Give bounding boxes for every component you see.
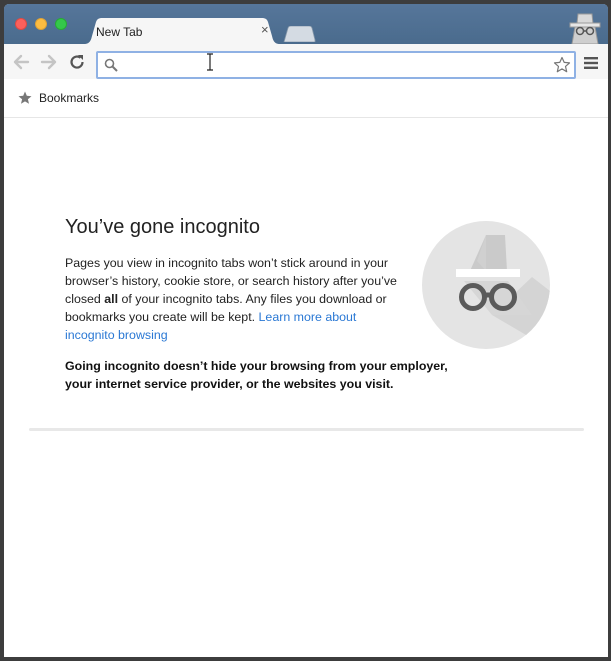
incognito-avatar-icon[interactable] bbox=[567, 10, 603, 44]
forward-arrow-icon[interactable] bbox=[40, 53, 58, 71]
toolbar bbox=[4, 44, 608, 79]
back-arrow-icon[interactable] bbox=[12, 53, 30, 71]
bookmarks-star-icon bbox=[18, 91, 32, 104]
tab-title: New Tab bbox=[96, 25, 143, 39]
omnibox[interactable] bbox=[96, 51, 576, 79]
reload-icon[interactable] bbox=[68, 53, 86, 71]
close-window-button[interactable] bbox=[15, 18, 27, 30]
menu-icon[interactable] bbox=[584, 57, 598, 69]
browser-window: New Tab × Bookmarks You’ve gone incognit… bbox=[4, 4, 608, 657]
bookmark-star-icon[interactable] bbox=[553, 56, 571, 74]
incognito-icon bbox=[422, 221, 550, 349]
tab-new-tab[interactable]: New Tab × bbox=[84, 18, 280, 44]
title-bar: New Tab × bbox=[4, 4, 608, 44]
bookmarks-label[interactable]: Bookmarks bbox=[39, 91, 99, 105]
incognito-warning: Going incognito doesn’t hide your browsi… bbox=[65, 359, 448, 391]
tab-close-icon[interactable]: × bbox=[261, 23, 269, 37]
page-title: You’ve gone incognito bbox=[65, 216, 260, 238]
text-cursor-icon bbox=[207, 53, 213, 71]
new-tab-button[interactable] bbox=[282, 26, 316, 42]
zoom-window-button[interactable] bbox=[55, 18, 67, 30]
minimize-window-button[interactable] bbox=[35, 18, 47, 30]
content-divider bbox=[29, 428, 584, 431]
description-bold: all bbox=[104, 292, 119, 306]
incognito-page: You’ve gone incognito Pages you view in … bbox=[4, 118, 608, 657]
bookmarks-bar: Bookmarks bbox=[4, 79, 608, 118]
search-icon bbox=[104, 58, 118, 72]
incognito-description: Pages you view in incognito tabs won’t s… bbox=[65, 254, 405, 344]
